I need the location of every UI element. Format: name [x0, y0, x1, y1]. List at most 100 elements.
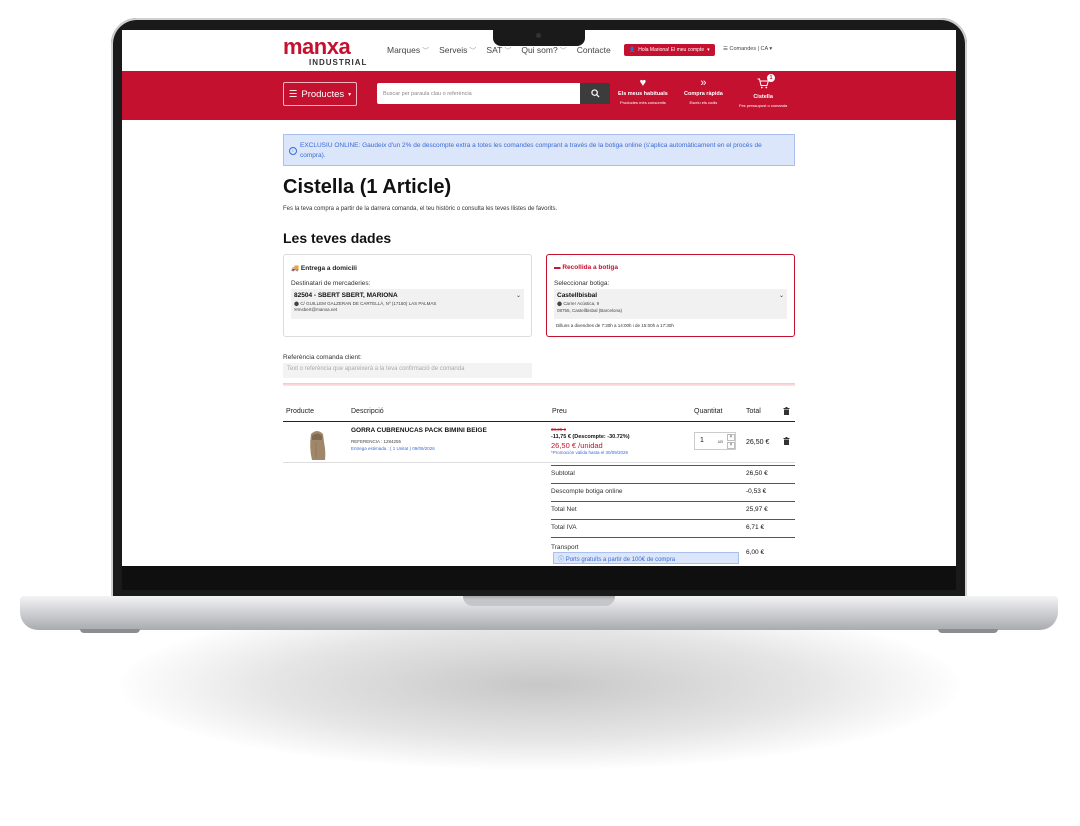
nav-serveis[interactable]: Serveis ﹀	[439, 45, 476, 56]
account-button[interactable]: 👤 Hola Mariona! El meu compte ▾	[624, 44, 715, 56]
chevron-down-icon: ▾	[707, 47, 710, 53]
cart-count-badge: 1	[767, 74, 775, 82]
section-divider	[283, 383, 795, 386]
manxa-logo[interactable]: manxa INDUSTRIAL	[283, 34, 367, 68]
line-total: 26,50 €	[746, 439, 770, 446]
reference-input[interactable]: Text o referència que apareixerà a la te…	[283, 363, 532, 378]
delivery-title: 🚚 Entrega a domicili	[291, 264, 357, 272]
col-header-total: Total	[746, 408, 761, 415]
store-city: 08755, Castellbisbal (Barcelona)	[557, 308, 623, 313]
transport-value: 6,00 €	[746, 549, 765, 556]
nav-marques[interactable]: Marques ﹀	[387, 45, 429, 56]
summary-total-iva: Total IVA 6,71 €	[551, 520, 795, 538]
favorites-link[interactable]: ♥ Els meus habituals Productes més consu…	[618, 78, 668, 106]
recipient-email: ✉msbert@manxa.net	[294, 307, 521, 313]
summary-value: 25,97 €	[746, 506, 768, 513]
summary-value: -0,53 €	[746, 488, 767, 495]
email-text: msbert@manxa.net	[297, 307, 338, 312]
cart-sub: Fes pressupost o comanda	[739, 103, 788, 108]
summary-label: Descompte botiga online	[551, 488, 623, 495]
camera-icon	[536, 33, 541, 38]
nav-label: Serveis	[439, 45, 468, 55]
delivery-title-text: Entrega a domicili	[300, 265, 357, 272]
quick-buy-title: Compra ràpida	[684, 91, 723, 97]
store-select[interactable]: Castellbisbal ⬤ Carrer Acústica, 9 08755…	[554, 289, 787, 319]
summary-total-net: Total Net 25,97 €	[551, 502, 795, 520]
product-reference: REFERENCIA : 1284255	[351, 439, 402, 444]
col-header-description: Descripció	[351, 408, 384, 415]
nav-label: Qui som?	[521, 45, 558, 55]
main-header: ☰ Productes ▾ Buscar per paraula clau o …	[122, 71, 956, 120]
double-chevron-right-icon: »	[700, 77, 707, 89]
summary-label: Subtotal	[551, 470, 575, 477]
pickup-option-card[interactable]: ▬ Recollida a botiga Seleccionar botiga:…	[546, 254, 795, 337]
info-icon: ⓘ	[558, 557, 565, 563]
trash-icon[interactable]	[783, 437, 790, 445]
favorites-title: Els meus habituals	[618, 91, 668, 97]
price-new: 26,50 € /unidad	[551, 441, 603, 450]
product-delivery-estimate: Entrega estimada : ( 1 Unitat ) 09/09/20…	[351, 446, 435, 451]
location-pin-icon: ⬤	[294, 301, 300, 306]
price-promo-note: *Promoción valida hasta el 30/09/2026	[551, 450, 629, 455]
laptop-foot-left	[80, 629, 140, 633]
truck-icon: 🚚	[291, 265, 300, 272]
info-icon: i	[289, 147, 297, 155]
page-subtitle: Fes la teva compra a partir de la darrer…	[283, 206, 558, 212]
trash-icon[interactable]	[783, 407, 790, 415]
product-image[interactable]	[306, 428, 328, 462]
menu-icon: ☰	[288, 88, 298, 100]
summary-value: 26,50 €	[746, 470, 768, 477]
price-old: 38,25 €	[551, 427, 567, 432]
recipient-value: 82504 - SBERT SBERT, MARIONA	[294, 292, 398, 299]
pickup-title: ▬ Recollida a botiga	[554, 264, 618, 271]
nav-qui-som[interactable]: Qui som? ﹀	[521, 45, 566, 56]
nav-label: SAT	[486, 45, 503, 55]
laptop-foot-right	[938, 629, 998, 633]
search-input[interactable]: Buscar per paraula clau o referència	[377, 83, 580, 104]
product-name[interactable]: GORRA CUBRENUCAS PACK BIMINI BEIGE	[351, 427, 487, 434]
pickup-label: Seleccionar botiga:	[554, 280, 610, 287]
logo-main-text: manxa	[283, 34, 351, 59]
cart-title: Cistella	[753, 94, 773, 100]
summary-online-discount: Descompte botiga online -0,53 €	[551, 484, 795, 502]
nav-sat[interactable]: SAT ﹀	[486, 45, 511, 56]
browser-screen: manxa INDUSTRIAL Marques ﹀ Serveis ﹀ SAT ﹀ …	[122, 30, 956, 566]
orders-language-link[interactable]: ☰ Comandes | CA ▾	[723, 46, 772, 52]
recipient-select[interactable]: 82504 - SBERT SBERT, MARIONA ⬤ C/ GUILLE…	[291, 289, 524, 319]
quantity-unit: un	[718, 439, 724, 444]
nav-contacte[interactable]: Contacte	[577, 45, 611, 56]
products-menu-button[interactable]: ☰ Productes ▾	[283, 82, 357, 106]
top-nav: Marques ﹀ Serveis ﹀ SAT ﹀ Qui som? ﹀ Contact…	[387, 45, 611, 56]
cart-icon: 1	[739, 74, 787, 92]
summary-label: Total IVA	[551, 524, 577, 531]
online-discount-alert: i EXCLUSIU ONLINE: Gaudeix d'un 2% de de…	[283, 134, 795, 166]
increment-button[interactable]: ˄	[727, 434, 735, 441]
list-icon: ☰	[723, 46, 728, 52]
summary-label: Total Net	[551, 506, 577, 513]
user-icon: 👤	[629, 47, 636, 53]
quantity-stepper[interactable]: 1 un ˄ ˅	[694, 432, 736, 450]
account-label: Hola Mariona! El meu compte	[638, 47, 705, 53]
table-header-divider	[283, 421, 795, 422]
quantity-value[interactable]: 1	[700, 437, 704, 444]
col-header-price: Preu	[552, 408, 567, 415]
free-shipping-text: Ports gratuïts a partir de 100€ de compr…	[565, 557, 676, 563]
delivery-option-card[interactable]: 🚚 Entrega a domicili Destinatari de merc…	[283, 254, 532, 337]
decrement-button[interactable]: ˅	[727, 442, 735, 449]
products-label: Productes	[301, 88, 345, 100]
transport-label: Transport	[551, 544, 579, 551]
chevron-down-icon: ▾	[769, 46, 773, 52]
chevron-down-icon: ﹀	[422, 48, 430, 55]
address-text: C/ GUILLEM GALZERAN DE CARTELLÀ, Nº (171…	[300, 301, 437, 306]
favorites-sub: Productes més consumits	[620, 100, 666, 105]
cart-link[interactable]: 1 Cistella Fes pressupost o comanda	[739, 74, 788, 108]
chevron-down-icon: ﹀	[469, 48, 477, 55]
row-divider	[283, 462, 795, 463]
summary-value: 6,71 €	[746, 524, 765, 531]
reference-label: Referència comanda client:	[283, 354, 362, 361]
store-icon: ▬	[554, 264, 561, 271]
search-button[interactable]	[580, 83, 610, 104]
address-line-1: Carrer Acústica, 9	[563, 301, 600, 306]
quick-buy-link[interactable]: » Compra ràpida Escriu els codis	[684, 77, 723, 106]
store-address: ⬤ Carrer Acústica, 9	[557, 301, 784, 307]
